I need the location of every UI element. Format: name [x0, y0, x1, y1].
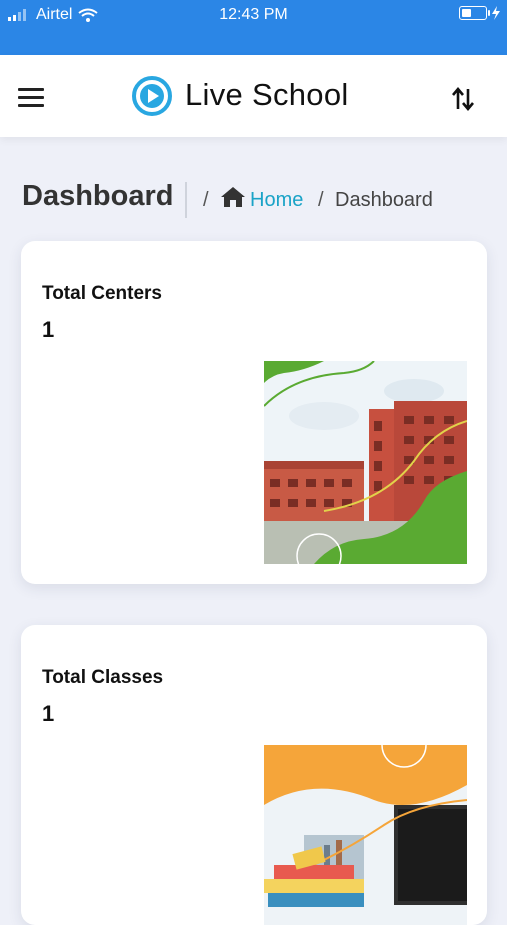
card-value: 1 — [42, 317, 55, 342]
app-bar: Live School — [0, 55, 507, 137]
classroom-books-illustration — [264, 745, 467, 925]
page-title: Dashboard — [22, 180, 174, 212]
card-value: 1 — [42, 701, 55, 726]
breadcrumb-separator: / — [318, 189, 324, 211]
breadcrumb-separator: / — [203, 189, 209, 211]
title-divider — [185, 182, 187, 218]
home-icon[interactable] — [220, 186, 246, 208]
total-classes-card[interactable]: Total Classes 1 — [21, 625, 487, 925]
total-centers-card[interactable]: Total Centers 1 — [21, 241, 487, 584]
school-building-illustration — [264, 361, 467, 564]
card-label: Total Classes — [42, 667, 164, 688]
charging-icon — [492, 6, 500, 20]
status-bar: Airtel 12:43 PM — [0, 0, 507, 55]
app-title: Live School — [185, 77, 349, 112]
sort-icon[interactable] — [450, 85, 476, 113]
status-time: 12:43 PM — [219, 6, 288, 23]
card-label: Total Centers — [42, 283, 163, 304]
hamburger-menu-icon[interactable] — [18, 88, 44, 108]
breadcrumb-current: Dashboard — [335, 189, 433, 211]
status-right — [459, 6, 501, 20]
breadcrumb-home-link[interactable]: Home — [250, 189, 303, 212]
live-school-logo — [132, 76, 172, 116]
battery-icon — [459, 6, 490, 20]
